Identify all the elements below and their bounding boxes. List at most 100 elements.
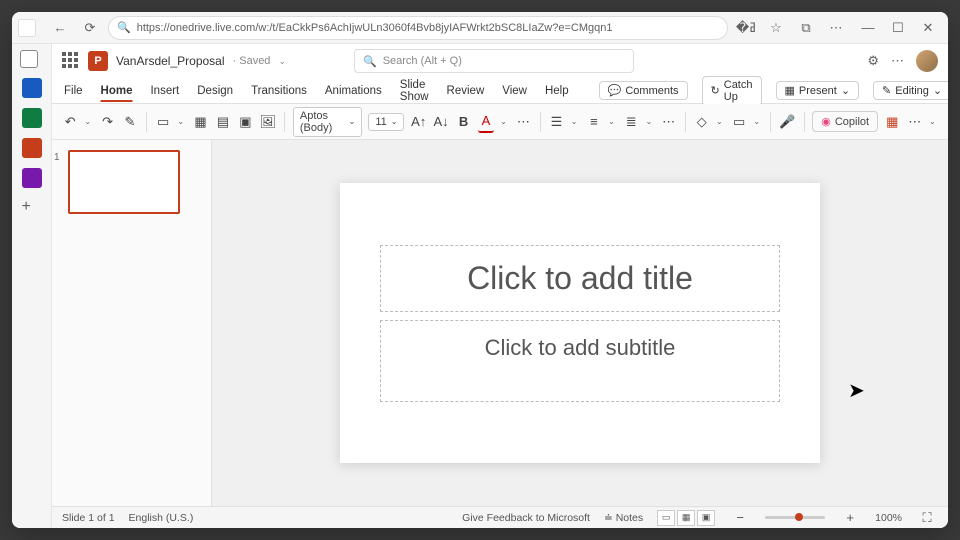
bold-button[interactable]: B — [455, 111, 471, 133]
help-icon[interactable]: ⋯ — [891, 53, 904, 69]
align-icon[interactable]: ≣ — [623, 111, 639, 133]
zoom-out-button[interactable]: − — [729, 507, 751, 529]
tab-design[interactable]: Design — [195, 81, 235, 101]
back-button[interactable]: ← — [48, 16, 72, 40]
language-indicator[interactable]: English (U.S.) — [129, 512, 194, 524]
document-title[interactable]: VanArsdel_Proposal — [116, 54, 225, 68]
slide-counter[interactable]: Slide 1 of 1 — [62, 512, 115, 524]
fit-to-window-icon[interactable]: ⛶ — [916, 507, 938, 529]
powerpoint-icon[interactable] — [22, 138, 42, 158]
tab-transitions[interactable]: Transitions — [249, 81, 309, 101]
search-icon: 🔍 — [363, 55, 377, 68]
title-placeholder[interactable]: Click to add title — [380, 245, 780, 312]
browser-menu-icon[interactable]: ⋯ — [824, 16, 848, 40]
reading-view-icon[interactable]: ▣ — [697, 510, 715, 526]
add-app-icon[interactable]: + — [22, 198, 42, 218]
view-buttons: ▭ ▦ ▣ — [657, 510, 715, 526]
comments-button[interactable]: 💬 Comments — [599, 81, 688, 100]
tab-home[interactable]: Home — [99, 81, 135, 101]
zoom-slider[interactable] — [765, 516, 825, 519]
normal-view-icon[interactable]: ▭ — [657, 510, 675, 526]
collections-icon[interactable]: ⧉ — [794, 16, 818, 40]
close-button[interactable]: ✕ — [914, 16, 942, 40]
refresh-button[interactable]: ⟳ — [78, 16, 102, 40]
thumbnail-number: 1 — [54, 152, 60, 163]
user-avatar[interactable] — [916, 50, 938, 72]
address-bar[interactable]: 🔍 https://onedrive.live.com/w:/t/EaCkkPs… — [108, 16, 728, 40]
workspace: 1 Click to add title Click to add subtit… — [52, 140, 948, 506]
save-status: · Saved — [233, 55, 271, 67]
tab-favicon — [18, 19, 36, 37]
tab-review[interactable]: Review — [445, 81, 487, 101]
more-font-icon[interactable]: ⋯ — [515, 111, 531, 133]
redo-button[interactable]: ↷ — [99, 111, 115, 133]
excel-icon[interactable] — [22, 108, 42, 128]
tab-file[interactable]: File — [62, 81, 85, 101]
subtitle-placeholder[interactable]: Click to add subtitle — [380, 320, 780, 402]
search-input[interactable]: 🔍 Search (Alt + Q) — [354, 49, 634, 73]
designer-icon[interactable]: ▦ — [884, 111, 900, 133]
copilot-button[interactable]: ◉Copilot — [812, 111, 878, 132]
url-text: https://onedrive.live.com/w:/t/EaCkkPs6A… — [137, 22, 613, 34]
feedback-link[interactable]: Give Feedback to Microsoft — [462, 512, 590, 524]
word-icon[interactable] — [22, 78, 42, 98]
thumbnail-preview[interactable] — [68, 150, 180, 214]
decrease-font-icon[interactable]: A↓ — [433, 111, 449, 133]
zoom-level[interactable]: 100% — [875, 512, 902, 524]
ribbon-collapse-icon[interactable]: ⌄ — [929, 117, 938, 126]
notes-button[interactable]: ≐ Notes — [604, 512, 643, 524]
title-bar: P VanArsdel_Proposal · Saved ⌄ 🔍 Search … — [52, 44, 948, 78]
slide-canvas[interactable]: Click to add title Click to add subtitle — [212, 140, 948, 506]
numbering-icon[interactable]: ≡ — [586, 111, 602, 133]
tab-slideshow[interactable]: Slide Show — [398, 75, 431, 107]
picture-icon[interactable]: 🖼 — [260, 111, 277, 133]
browser-toolbar: ← ⟳ 🔍 https://onedrive.live.com/w:/t/EaC… — [12, 12, 948, 44]
slide[interactable]: Click to add title Click to add subtitle — [340, 183, 820, 463]
bullets-icon[interactable]: ☰ — [548, 111, 564, 133]
copilot-icon: ◉ — [821, 115, 831, 128]
layout-icon[interactable]: ▦ — [192, 111, 208, 133]
powerpoint-logo: P — [88, 51, 108, 71]
tab-insert[interactable]: Insert — [148, 81, 181, 101]
reset-icon[interactable]: ▣ — [237, 111, 253, 133]
editing-mode-button[interactable]: ✎ Editing ⌄ — [873, 81, 948, 100]
dictate-icon[interactable]: 🎤 — [779, 111, 795, 133]
settings-icon[interactable]: ⚙ — [867, 53, 879, 69]
app-launcher-icon[interactable] — [62, 52, 80, 70]
onenote-icon[interactable] — [22, 168, 42, 188]
ribbon-tabs: File Home Insert Design Transitions Anim… — [52, 78, 948, 104]
ribbon-more-icon[interactable]: ⋯ — [907, 111, 923, 133]
app-window: ← ⟳ 🔍 https://onedrive.live.com/w:/t/EaC… — [12, 12, 948, 528]
slide-thumbnail[interactable]: 1 — [62, 150, 201, 214]
format-painter-icon[interactable]: ✎ — [122, 111, 138, 133]
more-para-icon[interactable]: ⋯ — [660, 111, 676, 133]
section-icon[interactable]: ▤ — [215, 111, 231, 133]
font-size-select[interactable]: 11 ⌄ — [368, 113, 404, 131]
search-placeholder: Search (Alt + Q) — [383, 55, 462, 67]
catchup-button[interactable]: ↻ Catch Up — [702, 76, 762, 106]
read-aloud-icon[interactable]: �ߥ — [734, 16, 758, 40]
sorter-view-icon[interactable]: ▦ — [677, 510, 695, 526]
present-button[interactable]: ▦ Present ⌄ — [776, 81, 860, 100]
maximize-button[interactable]: ☐ — [884, 16, 912, 40]
increase-font-icon[interactable]: A↑ — [410, 111, 426, 133]
ribbon-toolbar: ↶ ⌄ ↷ ✎ ▭ ⌄ ▦ ▤ ▣ 🖼 Aptos (Body) ⌄ 11 ⌄ A↑… — [52, 104, 948, 140]
shapes-icon[interactable]: ◇ — [694, 111, 710, 133]
zoom-in-button[interactable]: + — [839, 507, 861, 529]
font-family-select[interactable]: Aptos (Body) ⌄ — [293, 107, 362, 137]
slide-thumbnail-pane[interactable]: 1 — [52, 140, 212, 506]
tab-help[interactable]: Help — [543, 81, 571, 101]
new-slide-icon[interactable]: ▭ — [155, 111, 171, 133]
font-color-button[interactable]: A — [478, 111, 494, 133]
tab-view[interactable]: View — [500, 81, 529, 101]
status-bar: Slide 1 of 1 English (U.S.) Give Feedbac… — [52, 506, 948, 528]
arrange-icon[interactable]: ▭ — [731, 111, 747, 133]
minimize-button[interactable]: — — [854, 16, 882, 40]
app-rail: + — [12, 44, 52, 528]
rail-tab-icon[interactable] — [20, 50, 38, 68]
undo-dropdown[interactable]: ⌄ — [84, 117, 93, 126]
undo-button[interactable]: ↶ — [62, 111, 78, 133]
favorite-icon[interactable]: ☆ — [764, 16, 788, 40]
tab-animations[interactable]: Animations — [323, 81, 384, 101]
title-dropdown-icon[interactable]: ⌄ — [278, 56, 286, 67]
